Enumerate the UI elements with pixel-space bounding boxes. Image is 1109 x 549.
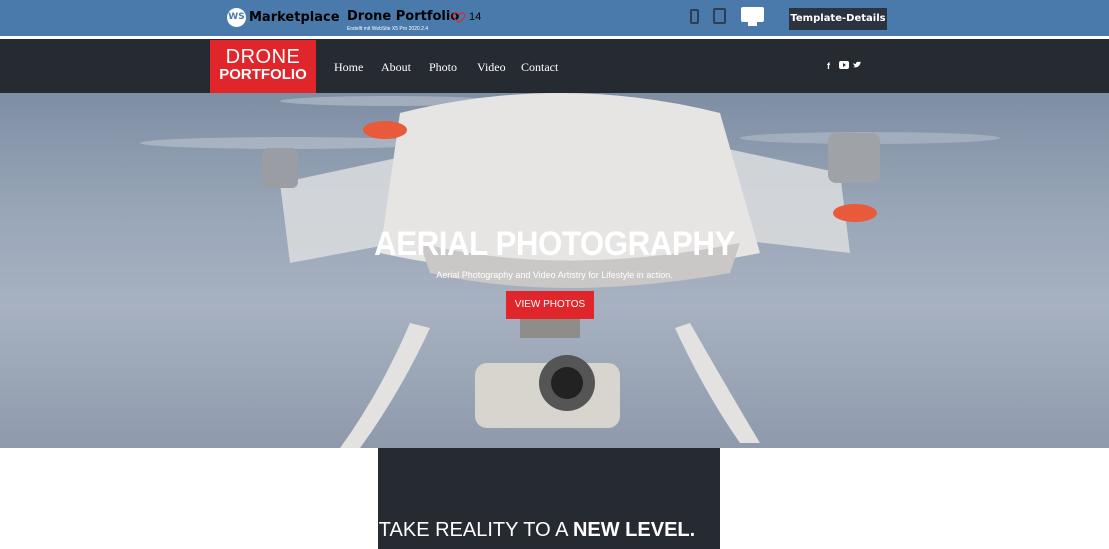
heart-icon[interactable] <box>452 10 466 24</box>
desktop-icon[interactable] <box>741 7 764 22</box>
youtube-icon[interactable] <box>839 61 849 71</box>
nav-video[interactable]: Video <box>477 60 506 75</box>
marketplace-bar <box>0 0 1109 36</box>
view-photos-button[interactable]: VIEW PHOTOS <box>506 291 594 319</box>
tagline-normal: TAKE REALITY TO A <box>378 519 573 541</box>
logo-line1: DRONE <box>225 46 301 68</box>
template-title: Drone Portfolio <box>347 9 460 24</box>
twitter-icon[interactable] <box>853 61 862 71</box>
template-details-button[interactable]: Template-Details <box>789 8 887 30</box>
desktop-stand <box>748 22 757 26</box>
hero-subtitle: Aerial Photography and Video Artistry fo… <box>436 270 673 280</box>
ws-logo-icon[interactable]: WS <box>227 8 246 27</box>
likes-count: 14 <box>469 11 482 23</box>
nav-contact[interactable]: Contact <box>521 60 558 75</box>
nav-home[interactable]: Home <box>334 60 363 75</box>
site-logo[interactable]: DRONE PORTFOLIO <box>210 40 316 93</box>
marketplace-name[interactable]: Marketplace <box>249 10 340 25</box>
phone-icon[interactable] <box>690 9 699 24</box>
tagline: TAKE REALITY TO A NEW LEVEL. <box>378 519 696 542</box>
hero-banner: AERIAL PHOTOGRAPHY Aerial Photography an… <box>0 93 1109 448</box>
template-subtitle: Erstellt mit WebSite X5 Pro 2020.2.4 <box>347 26 429 32</box>
tagline-bold: NEW LEVEL. <box>572 519 696 541</box>
nav-about[interactable]: About <box>381 60 411 75</box>
facebook-icon[interactable]: f <box>827 61 830 71</box>
tablet-icon[interactable] <box>713 8 726 24</box>
hero-title: AERIAL PHOTOGRAPHY <box>374 225 735 263</box>
logo-line2: PORTFOLIO <box>219 66 307 83</box>
nav-photo[interactable]: Photo <box>429 60 457 75</box>
